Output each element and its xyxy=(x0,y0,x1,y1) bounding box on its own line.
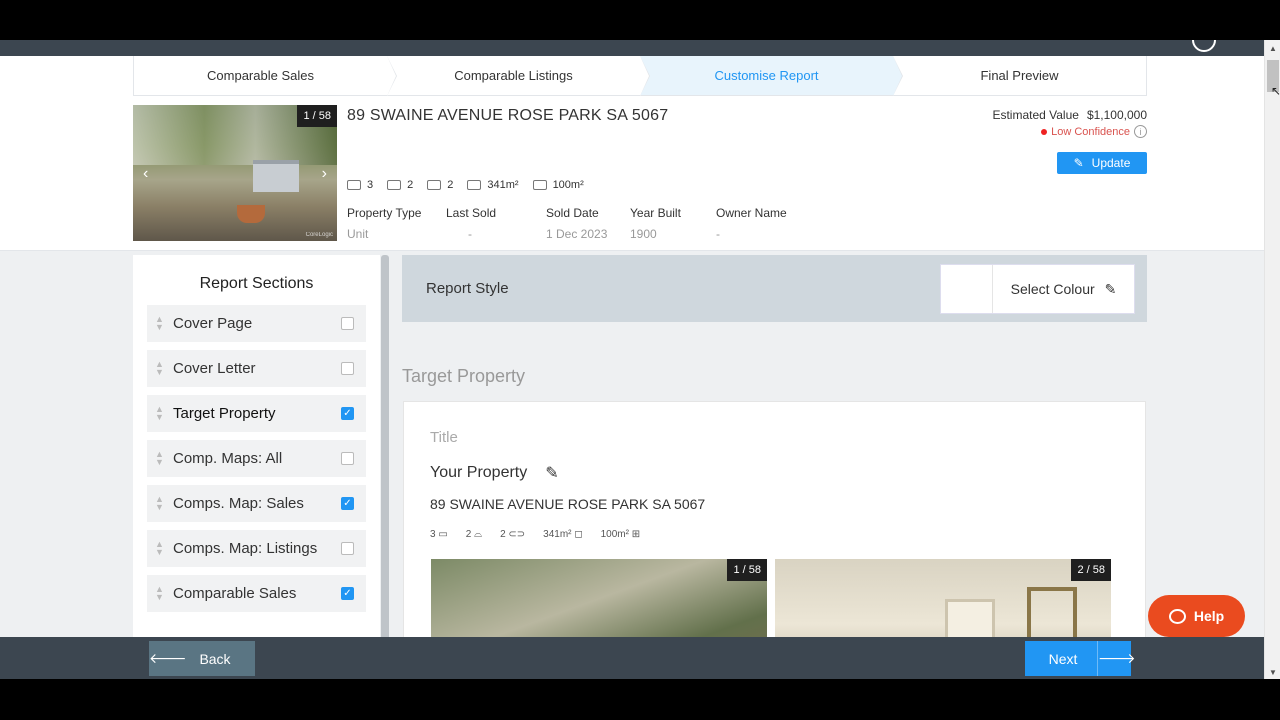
property-address: 89 SWAINE AVENUE ROSE PARK SA 5067 xyxy=(347,107,669,124)
colour-swatch[interactable] xyxy=(941,265,993,313)
footer-bar: 🡐 Back Next 🡒 xyxy=(0,637,1264,679)
fact-year-built: Year Built 1900 xyxy=(630,206,681,241)
drag-handle-icon[interactable]: ▲ ▼ xyxy=(155,540,164,557)
car-icon xyxy=(427,180,442,190)
pencil-icon: ✎ xyxy=(1073,156,1084,170)
confidence-indicator: Low Confidence i xyxy=(1041,125,1147,138)
land-attr: 341m² ◻ xyxy=(543,529,583,540)
property-header: Comparable Sales Comparable Listings Cus… xyxy=(0,56,1264,251)
app-frame: Comparable Sales Comparable Listings Cus… xyxy=(0,40,1280,679)
land-area-icon xyxy=(467,180,482,190)
back-button[interactable]: 🡐 Back xyxy=(149,641,255,676)
image-counter: 2 / 58 xyxy=(1071,559,1111,581)
wizard-steps: Comparable Sales Comparable Listings Cus… xyxy=(133,56,1147,96)
image-counter: 1 / 58 xyxy=(727,559,767,581)
fact-property-type: Property Type Unit xyxy=(347,206,422,241)
floor-area-icon: ⊞ xyxy=(631,529,641,540)
section-cover-letter[interactable]: ▲ ▼ Cover Letter xyxy=(147,350,366,387)
arrow-right-icon: 🡒 xyxy=(1097,641,1136,676)
fact-last-sold: Last Sold - xyxy=(446,206,497,241)
floor-area-icon xyxy=(532,180,547,190)
bed-icon: ▭ xyxy=(438,529,448,540)
land-area-icon: ◻ xyxy=(574,529,583,540)
sidebar-scrollbar[interactable] xyxy=(381,255,389,679)
section-cover-page[interactable]: ▲ ▼ Cover Page xyxy=(147,305,366,342)
checkbox-checked[interactable]: ✓ xyxy=(341,587,354,600)
title-value: Your Property ✎ xyxy=(430,463,559,483)
property-facts: Property Type Unit Last Sold - Sold Date 1 … xyxy=(347,206,787,241)
target-attributes: 3 ▭ 2 ⌓ 2 ⊂⊃ 341m² ◻ 100m² ⊞ xyxy=(430,529,640,540)
car-icon: ⊂⊃ xyxy=(508,529,526,540)
update-button[interactable]: ✎ Update xyxy=(1057,152,1147,174)
report-style-bar: Report Style Select Colour ✎ xyxy=(402,255,1147,322)
page-scrollbar[interactable]: ▲ ▼ xyxy=(1264,40,1280,679)
target-property-heading: Target Property xyxy=(402,366,526,386)
report-sections-panel: Report Sections ▲ ▼ Cover Page ▲ ▼ Cover L… xyxy=(133,255,380,679)
drag-handle-icon[interactable]: ▲ ▼ xyxy=(155,360,164,377)
checkbox[interactable] xyxy=(341,362,354,375)
cars-attr: 2 ⊂⊃ xyxy=(500,529,526,540)
info-icon[interactable]: i xyxy=(1134,125,1147,138)
photo-counter: 1 / 58 xyxy=(297,105,337,127)
checkbox[interactable] xyxy=(341,452,354,465)
chevron-left-icon[interactable]: ‹ xyxy=(143,165,148,183)
pencil-icon: ✎ xyxy=(1104,280,1117,297)
drag-handle-icon[interactable]: ▲ ▼ xyxy=(155,450,164,467)
help-button[interactable]: Help xyxy=(1148,595,1245,637)
section-comps-map-sales[interactable]: ▲ ▼ Comps. Map: Sales ✓ xyxy=(147,485,366,522)
fact-owner-name: Owner Name - xyxy=(716,206,787,241)
target-address: 89 SWAINE AVENUE ROSE PARK SA 5067 xyxy=(430,496,706,512)
report-sections-title: Report Sections xyxy=(199,275,314,292)
photo-watermark: CoreLogic xyxy=(305,232,333,238)
scroll-down-icon[interactable]: ▼ xyxy=(1269,668,1277,677)
section-comps-map-listings[interactable]: ▲ ▼ Comps. Map: Listings xyxy=(147,530,366,567)
fact-sold-date: Sold Date 1 Dec 2023 xyxy=(546,206,608,241)
floor-attr: 100m² ⊞ xyxy=(600,529,641,540)
user-avatar-icon[interactable] xyxy=(1192,40,1216,52)
step-final-preview[interactable]: Final Preview xyxy=(893,56,1146,95)
beds-attr: 3 ▭ xyxy=(430,529,448,540)
step-customise-report[interactable]: Customise Report xyxy=(640,56,903,96)
drag-handle-icon[interactable]: ▲ ▼ xyxy=(155,315,164,332)
checkbox[interactable] xyxy=(341,317,354,330)
bed-icon xyxy=(347,180,361,190)
drag-handle-icon[interactable]: ▲ ▼ xyxy=(155,405,164,422)
next-button[interactable]: Next 🡒 xyxy=(1025,641,1136,676)
chevron-right-icon[interactable]: › xyxy=(322,165,327,183)
drag-handle-icon[interactable]: ▲ ▼ xyxy=(155,495,164,512)
section-comparable-sales[interactable]: ▲ ▼ Comparable Sales ✓ xyxy=(147,575,366,612)
checkbox[interactable] xyxy=(341,542,354,555)
step-comparable-sales[interactable]: Comparable Sales xyxy=(134,56,397,96)
scroll-up-icon[interactable]: ▲ xyxy=(1269,44,1277,53)
section-target-property[interactable]: ▲ ▼ Target Property ✓ xyxy=(147,395,366,432)
bath-icon: ⌓ xyxy=(474,529,483,540)
chat-bubble-icon xyxy=(1168,608,1186,624)
bath-icon xyxy=(387,180,402,190)
drag-handle-icon[interactable]: ▲ ▼ xyxy=(155,585,164,602)
baths-attr: 2 xyxy=(387,179,413,191)
land-attr: 341m² xyxy=(467,179,519,191)
estimated-value: Estimated Value $1,100,000 xyxy=(992,108,1147,122)
arrow-left-icon: 🡐 xyxy=(149,650,187,666)
baths-attr: 2 ⌓ xyxy=(465,529,483,540)
select-colour-button[interactable]: Select Colour ✎ xyxy=(940,264,1135,314)
cars-attr: 2 xyxy=(427,179,453,191)
mouse-cursor-icon: ↖ xyxy=(1271,84,1280,98)
checkbox-checked[interactable]: ✓ xyxy=(341,407,354,420)
section-comp-maps-all[interactable]: ▲ ▼ Comp. Maps: All xyxy=(147,440,366,477)
edit-pencil-icon[interactable]: ✎ xyxy=(545,463,558,483)
checkbox-checked[interactable]: ✓ xyxy=(341,497,354,510)
title-label: Title xyxy=(430,429,458,446)
floor-attr: 100m² xyxy=(532,179,584,191)
status-dot-icon xyxy=(1041,128,1048,135)
step-comparable-listings[interactable]: Comparable Listings xyxy=(387,56,650,96)
property-photo-carousel[interactable]: 1 / 58 ‹ › CoreLogic xyxy=(133,105,337,241)
beds-attr: 3 xyxy=(347,179,373,191)
top-nav-bar xyxy=(0,40,1264,56)
property-attributes: 3 2 2 341m² 100m² xyxy=(347,179,584,191)
report-style-label: Report Style xyxy=(426,280,509,297)
